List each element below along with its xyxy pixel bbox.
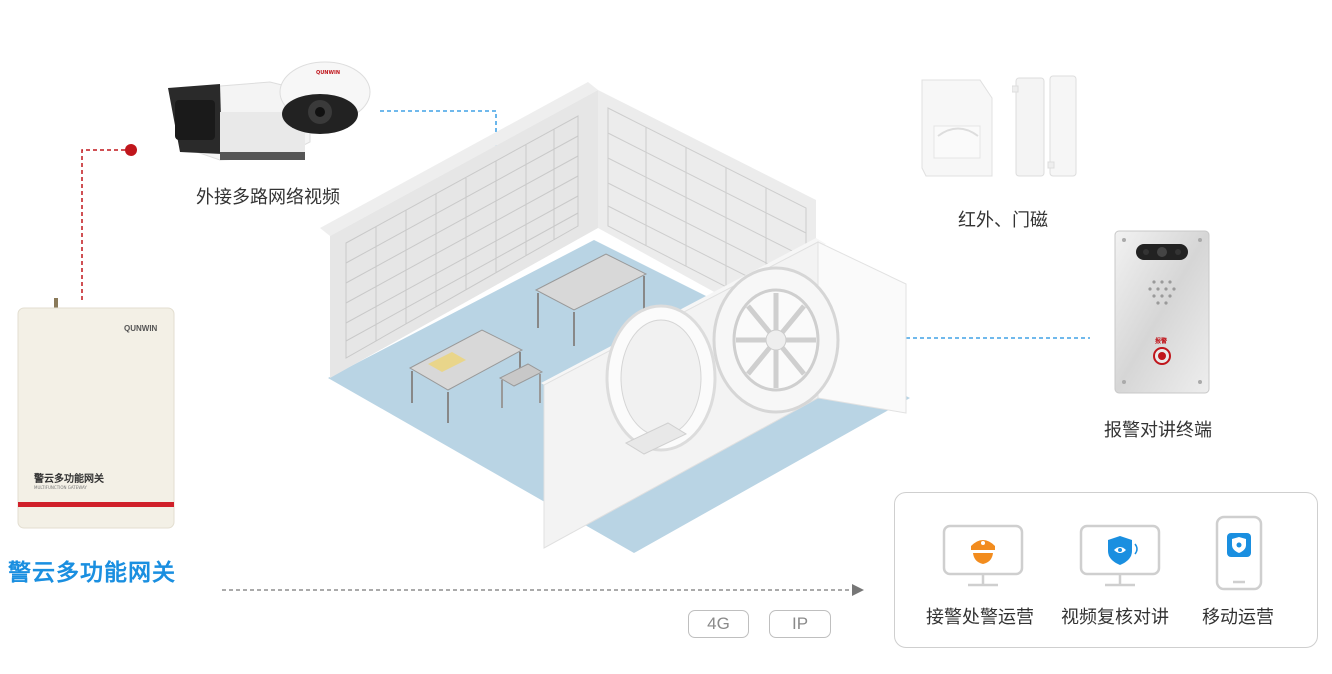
gateway-device-sublabel: MULTIFUNCTION GATEWAY	[34, 485, 87, 490]
pir-sensor-image	[921, 79, 993, 177]
platform-item-label: 移动运营	[1202, 607, 1274, 628]
intercom-alarm-label: 报警	[1155, 338, 1168, 345]
door-magnet-sensor-image	[1012, 75, 1077, 177]
mobile-app-icon	[1215, 515, 1263, 591]
video-review-shield-icon	[1079, 524, 1161, 587]
network-tag-ip: IP	[769, 610, 831, 638]
gateway-device: QUNWIN 警云多功能网关 MULTIFUNCTION GATEWAY	[16, 296, 176, 532]
gateway-device-label: 警云多功能网关	[34, 474, 104, 485]
platform-item-label: 接警处警运营	[926, 607, 1034, 628]
arrow-head	[852, 584, 864, 596]
intercom-label: 报警对讲终端	[1104, 420, 1212, 441]
network-tag-4g: 4G	[688, 610, 749, 638]
sensors-label: 红外、门磁	[958, 210, 1048, 231]
police-badge-icon	[942, 524, 1024, 587]
svg-text:QUNWIN: QUNWIN	[316, 70, 340, 76]
gateway-title: 警云多功能网关	[8, 560, 176, 586]
gateway-brand-logo: QUNWIN	[124, 324, 158, 333]
platform-item-label: 视频复核对讲	[1061, 607, 1169, 628]
gateway-camera-dot	[125, 144, 137, 156]
intercom-terminal-illustration	[1114, 230, 1210, 394]
gateway-camera-connector	[81, 149, 130, 300]
vault-room-illustration	[320, 82, 910, 553]
intercom-terminal: 报警	[1114, 230, 1210, 394]
